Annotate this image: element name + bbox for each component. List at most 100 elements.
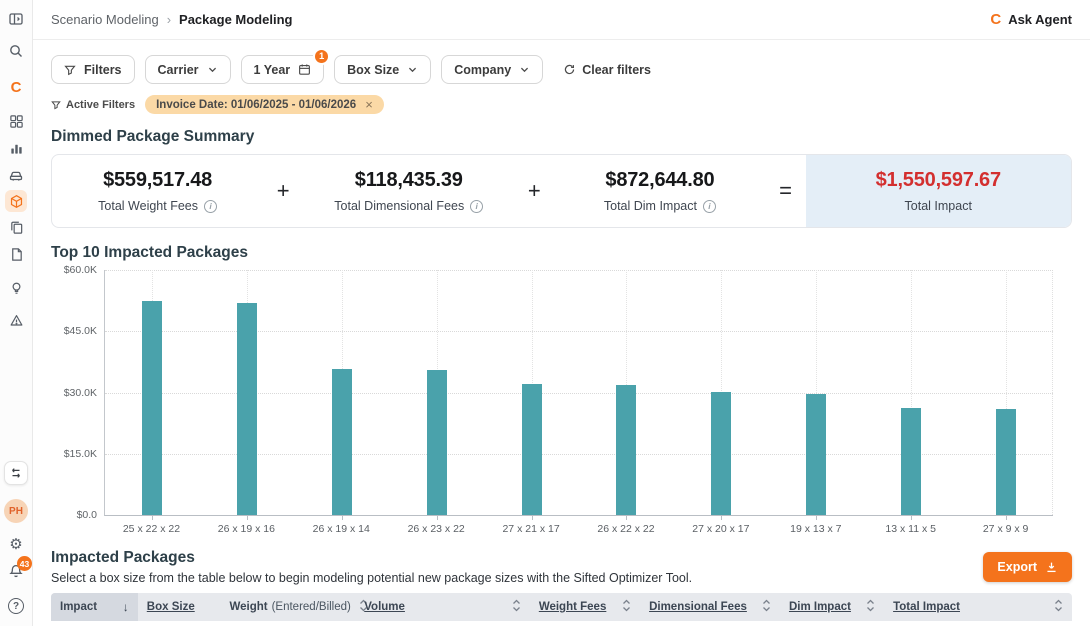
chart-bar-slot xyxy=(674,270,769,515)
brand-logo[interactable]: C xyxy=(5,76,27,98)
dashboard-grid-icon[interactable] xyxy=(5,110,27,132)
agent-logo-icon: C xyxy=(990,11,1001,28)
info-icon[interactable]: i xyxy=(703,200,716,213)
chart-bar[interactable] xyxy=(237,303,257,515)
notification-count-badge: 43 xyxy=(17,556,32,571)
sort-both-icon[interactable] xyxy=(512,599,521,615)
chart-bar[interactable] xyxy=(806,394,826,515)
sort-icon xyxy=(762,599,771,612)
filters-button[interactable]: Filters xyxy=(51,55,135,84)
column-label: Total Impact xyxy=(893,601,960,613)
summary-value: $872,644.80 xyxy=(605,169,714,192)
x-axis-label: 26 x 19 x 16 xyxy=(199,523,294,535)
table-header-volume[interactable]: Volume xyxy=(355,593,530,621)
panel-toggle-icon[interactable] xyxy=(5,8,27,30)
topbar: Scenario Modeling › Package Modeling C A… xyxy=(33,0,1090,40)
table-header-total-impact[interactable]: Total Impact xyxy=(884,593,1072,621)
chart-bar[interactable] xyxy=(711,392,731,515)
table-header-dimensional-fees[interactable]: Dimensional Fees xyxy=(640,593,780,621)
summary-item-dimensional-fees: $118,435.39 Total Dimensional Fees i xyxy=(303,155,514,227)
settings-gear-icon[interactable]: ⚙ xyxy=(5,533,27,555)
company-dropdown[interactable]: Company xyxy=(441,55,543,84)
download-icon xyxy=(1045,561,1058,574)
table-header-weight-fees[interactable]: Weight Fees xyxy=(530,593,640,621)
ask-agent-button[interactable]: C Ask Agent xyxy=(990,11,1072,28)
top-packages-chart: $60.0K$45.0K$30.0K$15.0K$0.0 25 x 22 x 2… xyxy=(51,270,1072,535)
sort-icon xyxy=(512,599,521,612)
x-axis-label: 26 x 23 x 22 xyxy=(389,523,484,535)
equals-operator: = xyxy=(766,155,806,227)
sort-icon xyxy=(1054,599,1063,612)
active-filter-pill[interactable]: Invoice Date: 01/06/2025 - 01/06/2026 × xyxy=(145,95,384,114)
column-label: Weight xyxy=(229,601,267,613)
chart-bar-slot xyxy=(863,270,958,515)
refresh-icon xyxy=(563,63,576,76)
chart-bar-slot xyxy=(769,270,864,515)
user-avatar[interactable]: PH xyxy=(4,499,28,523)
box-size-dropdown[interactable]: Box Size xyxy=(334,55,431,84)
chart-bar[interactable] xyxy=(616,385,636,515)
package-modeling-icon[interactable] xyxy=(5,190,27,212)
carrier-dropdown[interactable]: Carrier xyxy=(145,55,231,84)
swap-accounts-button[interactable] xyxy=(4,461,28,485)
breadcrumb-current: Package Modeling xyxy=(179,12,292,27)
sort-both-icon[interactable] xyxy=(1054,599,1063,615)
y-axis-label: $60.0K xyxy=(53,264,97,276)
export-button[interactable]: Export xyxy=(983,552,1072,582)
notifications-bell[interactable]: 43 xyxy=(8,563,24,584)
breadcrumb-separator-icon: › xyxy=(167,12,171,27)
summary-card: $559,517.48 Total Weight Feesi + $118,43… xyxy=(51,154,1072,228)
info-icon[interactable]: i xyxy=(204,200,217,213)
sort-both-icon[interactable] xyxy=(622,599,631,615)
chart-bar[interactable] xyxy=(427,370,447,515)
column-sublabel: (Entered/Billed) xyxy=(272,601,351,613)
sort-desc-icon[interactable]: ↓ xyxy=(123,600,129,614)
vehicle-icon[interactable] xyxy=(5,164,27,186)
y-axis-label: $15.0K xyxy=(53,448,97,460)
impacted-packages-subtitle: Select a box size from the table below t… xyxy=(51,571,692,585)
info-icon[interactable]: i xyxy=(470,200,483,213)
chart-bar[interactable] xyxy=(901,408,921,515)
lightbulb-icon[interactable] xyxy=(5,277,27,299)
column-label: Box Size xyxy=(147,601,195,613)
summary-label: Total Dimensional Fees xyxy=(334,199,464,213)
active-filters-label: Active Filters xyxy=(51,99,135,111)
chart-bar[interactable] xyxy=(522,384,542,515)
x-axis-label: 19 x 13 x 7 xyxy=(768,523,863,535)
warning-triangle-icon[interactable] xyxy=(5,309,27,331)
chevron-down-icon xyxy=(519,64,530,75)
x-axis-label: 26 x 19 x 14 xyxy=(294,523,389,535)
y-axis-label: $45.0K xyxy=(53,325,97,337)
copy-icon[interactable] xyxy=(5,216,27,238)
chart-bar-slot xyxy=(958,270,1053,515)
clear-filters-button[interactable]: Clear filters xyxy=(559,55,655,84)
table-header-box-size[interactable]: Box Size xyxy=(138,593,221,621)
search-icon[interactable] xyxy=(5,40,27,62)
chart-bar[interactable] xyxy=(996,409,1016,515)
document-icon[interactable] xyxy=(5,243,27,265)
remove-filter-icon[interactable]: × xyxy=(365,98,373,111)
sort-both-icon[interactable] xyxy=(762,599,771,615)
table-header-weight[interactable]: Weight (Entered/Billed) xyxy=(220,593,355,621)
filters-row: Filters Carrier 1 Year 1 Box Size Compan… xyxy=(51,55,1072,84)
table-header-impact[interactable]: Impact↓ xyxy=(51,593,138,621)
help-icon[interactable]: ? xyxy=(8,598,24,614)
ask-agent-label: Ask Agent xyxy=(1008,12,1072,27)
chart-bar-slot xyxy=(295,270,390,515)
column-label: Dimensional Fees xyxy=(649,601,747,613)
date-filter-count-badge: 1 xyxy=(313,48,330,65)
chart-bar[interactable] xyxy=(142,301,162,515)
table-header-dim-impact[interactable]: Dim Impact xyxy=(780,593,884,621)
summary-item-dim-impact: $872,644.80 Total Dim Impact i xyxy=(554,155,765,227)
chart-plot: $60.0K$45.0K$30.0K$15.0K$0.0 xyxy=(104,270,1053,516)
breadcrumb-parent[interactable]: Scenario Modeling xyxy=(51,12,159,27)
bar-chart-icon[interactable] xyxy=(5,137,27,159)
summary-label: Total Dim Impact xyxy=(604,199,697,213)
date-range-dropdown[interactable]: 1 Year 1 xyxy=(241,55,325,84)
x-axis-label: 26 x 22 x 22 xyxy=(579,523,674,535)
summary-value: $118,435.39 xyxy=(355,169,463,192)
plus-operator: + xyxy=(514,155,554,227)
x-axis-label: 27 x 21 x 17 xyxy=(484,523,579,535)
sort-both-icon[interactable] xyxy=(866,599,875,615)
chart-bar[interactable] xyxy=(332,369,352,515)
